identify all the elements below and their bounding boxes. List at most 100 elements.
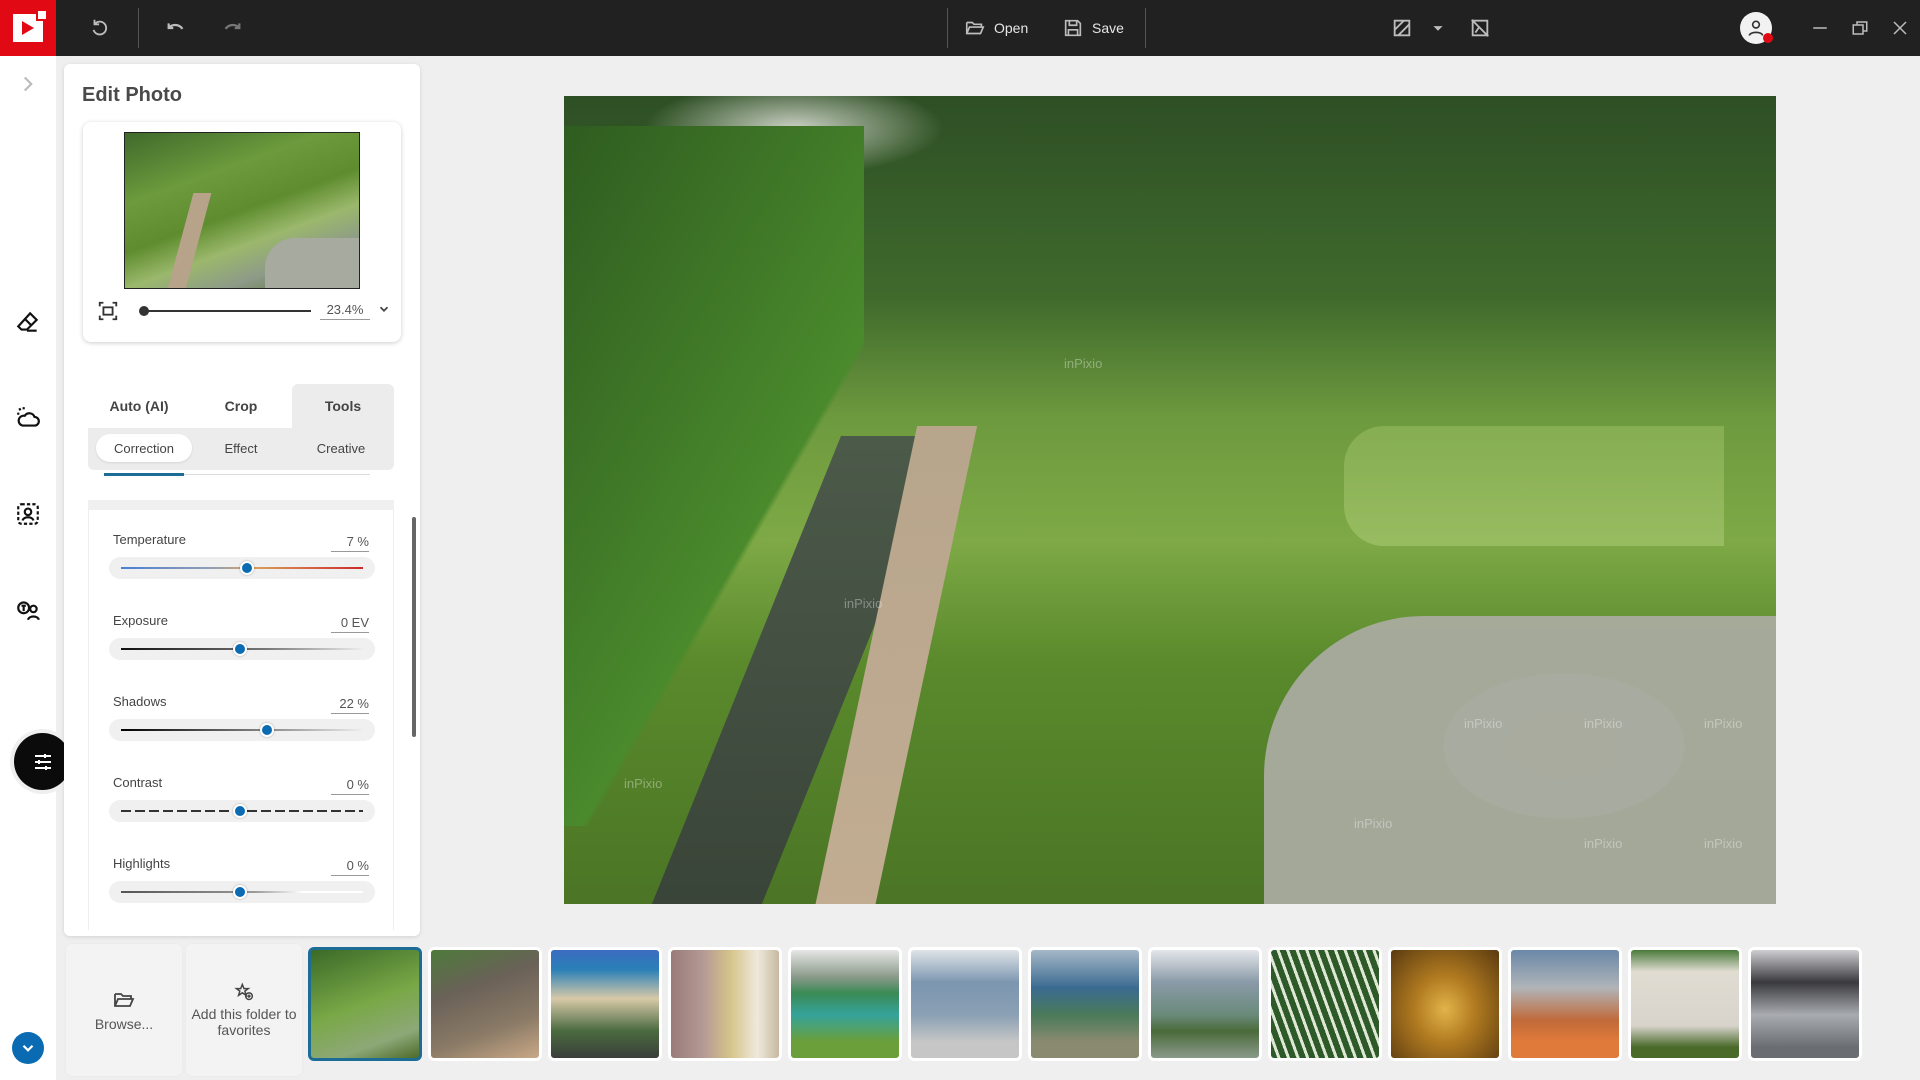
close-icon[interactable] — [1886, 14, 1914, 42]
slider-track[interactable] — [121, 729, 363, 731]
zoom-slider-track[interactable] — [143, 310, 311, 312]
thumbnail-footbridge[interactable] — [908, 947, 1022, 1061]
top-toolbar: Open Save — [0, 0, 1920, 56]
subtab-effect[interactable]: Effect — [193, 434, 289, 462]
slider-shadows: Shadows 22 % — [89, 694, 394, 775]
redo-icon[interactable] — [218, 14, 246, 42]
minimize-icon[interactable] — [1806, 14, 1834, 42]
watermark: inPixio — [1704, 836, 1743, 851]
watermark: inPixio — [1584, 836, 1623, 851]
thumbnail-street-food[interactable] — [1508, 947, 1622, 1061]
slider-handle[interactable] — [233, 804, 247, 818]
watermark: inPixio — [624, 776, 663, 791]
subtab-creative[interactable]: Creative — [293, 434, 389, 462]
app-logo — [0, 0, 56, 56]
logo-icon — [13, 9, 48, 42]
open-label: Open — [994, 20, 1029, 36]
left-tool-rail — [0, 56, 71, 1080]
subtab-active-indicator — [104, 473, 184, 476]
watermark: inPixio — [1584, 716, 1623, 731]
slider-label: Highlights — [113, 856, 171, 871]
slider-value[interactable]: 0 % — [331, 858, 369, 876]
watermark: inPixio — [844, 596, 883, 611]
eraser-icon[interactable] — [14, 308, 42, 336]
zoom-value[interactable]: 23.4% — [320, 302, 370, 320]
thumbnail-war-graves[interactable] — [1628, 947, 1742, 1061]
slider-value[interactable]: 0 % — [331, 777, 369, 795]
slider-value[interactable]: 7 % — [331, 534, 369, 552]
thumbnail-church-interior[interactable] — [668, 947, 782, 1061]
thumbnail-elephant[interactable] — [428, 947, 542, 1061]
restore-icon[interactable] — [1846, 14, 1874, 42]
thumbnail-golden-statue[interactable] — [1388, 947, 1502, 1061]
add-to-favorites-button[interactable]: Add this folder to favorites — [186, 944, 302, 1076]
slider-label: Temperature — [113, 532, 186, 547]
watermark: inPixio — [1064, 356, 1103, 371]
portrait-select-icon[interactable] — [14, 500, 42, 528]
browse-label: Browse... — [94, 1016, 154, 1032]
slider-handle[interactable] — [233, 642, 247, 656]
tab-crop[interactable]: Crop — [190, 384, 292, 428]
subtab-correction[interactable]: Correction — [96, 434, 192, 462]
star-add-icon — [234, 982, 254, 1001]
main-photo-canvas[interactable]: inPixio inPixio inPixio inPixio inPixio … — [564, 96, 1776, 904]
preview-thumbnail[interactable] — [124, 132, 360, 289]
chevron-down-icon[interactable] — [12, 1032, 44, 1064]
chevron-right-icon[interactable] — [14, 70, 42, 98]
correction-sliders: Temperature 7 % Exposure 0 EV Shadows 22… — [88, 500, 394, 930]
slider-highlights: Highlights 0 % — [89, 856, 394, 930]
toolbar-divider — [138, 8, 139, 48]
thumbnail-mountain-lake[interactable] — [788, 947, 902, 1061]
edit-photo-panel: Edit Photo 23.4% Auto (AI) Crop Tools Co… — [64, 64, 420, 936]
user-avatar[interactable] — [1740, 12, 1773, 44]
adjustments-tool-button[interactable] — [14, 733, 71, 790]
slider-value[interactable]: 0 EV — [331, 615, 369, 633]
reset-icon[interactable] — [86, 14, 114, 42]
zoom-slider-handle[interactable] — [139, 306, 149, 316]
save-button[interactable]: Save — [1062, 14, 1124, 42]
thumbnail-rice-terraces[interactable] — [308, 947, 422, 1061]
navigator-preview: 23.4% — [83, 122, 401, 342]
sky-replace-icon[interactable] — [14, 404, 42, 432]
favorites-label: Add this folder to favorites — [191, 1006, 297, 1038]
undo-icon[interactable] — [162, 14, 190, 42]
slider-handle[interactable] — [233, 885, 247, 899]
watermark: inPixio — [1704, 716, 1743, 731]
edit-tabs: Auto (AI) Crop Tools — [88, 384, 394, 428]
toolbar-divider — [1145, 8, 1146, 48]
notification-dot — [1763, 33, 1773, 43]
panel-title: Edit Photo — [82, 84, 182, 106]
slider-handle[interactable] — [259, 723, 274, 737]
open-folder-icon — [965, 21, 985, 35]
toolbar-divider — [947, 8, 948, 48]
slider-label: Exposure — [113, 613, 168, 628]
sliders-icon — [34, 753, 51, 770]
fit-to-screen-icon[interactable] — [97, 300, 119, 322]
tab-tools[interactable]: Tools — [292, 384, 394, 428]
slider-contrast: Contrast 0 % — [89, 775, 394, 856]
tab-auto-ai[interactable]: Auto (AI) — [88, 384, 190, 428]
compare-dropdown-chevron-icon[interactable] — [1424, 14, 1452, 42]
thumbnail-beach-cove[interactable] — [548, 947, 662, 1061]
zoom-dropdown-chevron-icon[interactable] — [377, 302, 391, 318]
text-person-icon[interactable] — [14, 596, 42, 624]
tool-subtabs: Correction Effect Creative — [88, 428, 394, 470]
save-icon — [1064, 19, 1082, 37]
thumbnail-city-skyline[interactable] — [1148, 947, 1262, 1061]
browse-button[interactable]: Browse... — [66, 944, 182, 1076]
panel-scrollbar[interactable] — [412, 517, 416, 737]
thumbnail-bay-view[interactable] — [1028, 947, 1142, 1061]
thumbnail-camper-van[interactable] — [1748, 947, 1862, 1061]
compare-icon[interactable] — [1388, 14, 1416, 42]
hide-mask-icon[interactable] — [1466, 14, 1494, 42]
slider-value[interactable]: 22 % — [331, 696, 369, 714]
slider-label: Shadows — [113, 694, 167, 709]
slider-temperature: Temperature 7 % — [89, 532, 394, 613]
save-label: Save — [1092, 20, 1124, 36]
thumbnail-striped-plant[interactable] — [1268, 947, 1382, 1061]
open-button[interactable]: Open — [964, 14, 1028, 42]
open-folder-icon — [114, 993, 135, 1007]
watermark: inPixio — [1464, 716, 1503, 731]
slider-label: Contrast — [113, 775, 163, 790]
watermark: inPixio — [1354, 816, 1393, 831]
